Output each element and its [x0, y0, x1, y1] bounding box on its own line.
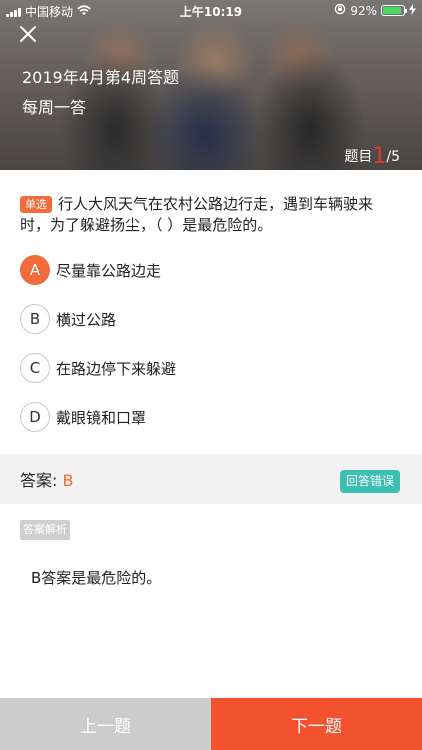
option-a[interactable]: A 尽量靠公路边走 [20, 254, 400, 286]
option-text: 在路边停下来躲避 [56, 359, 177, 378]
quiz-page: 中国移动 上午10:19 92% 2019年4月第4周答题 每周一答 题目1/5… [0, 0, 422, 750]
charging-icon [409, 3, 416, 18]
analysis-text: B答案是最危险的。 [31, 569, 162, 587]
previous-question-button[interactable]: 上一题 [0, 698, 211, 750]
battery-percent: 92% [350, 3, 377, 18]
option-text: 尽量靠公路边走 [56, 261, 162, 280]
orientation-lock-icon [334, 3, 346, 18]
question-counter: 题目1/5 [344, 142, 400, 169]
quiz-title: 2019年4月第4周答题 [22, 68, 180, 87]
option-b[interactable]: B 横过公路 [20, 303, 400, 335]
counter-current: 1 [372, 144, 387, 169]
option-text: 横过公路 [56, 310, 117, 329]
option-d[interactable]: D 戴眼镜和口罩 [20, 401, 400, 433]
answer-bar: 答案: B 回答错误 [0, 454, 422, 504]
counter-total: /5 [386, 149, 400, 165]
option-text: 戴眼镜和口罩 [56, 408, 147, 427]
option-letter: B [20, 304, 50, 334]
question-type-badge: 单选 [20, 196, 52, 213]
option-letter: D [20, 402, 50, 432]
analysis-badge: 答案解析 [20, 520, 70, 540]
answer-label: 答案: [20, 471, 58, 490]
option-letter: C [20, 353, 50, 383]
answer-line: 答案: B [20, 467, 73, 491]
status-bar: 中国移动 上午10:19 92% [0, 0, 422, 22]
correct-answer: B [62, 471, 74, 490]
question-block: 单选 行人大风天气在农村公路边行走，遇到车辆驶来时，为了躲避扬尘，（ ）是最危险的… [20, 194, 400, 236]
result-badge: 回答错误 [339, 470, 400, 493]
status-right: 92% [334, 3, 416, 18]
option-c[interactable]: C 在路边停下来躲避 [20, 352, 400, 384]
question-text: 行人大风天气在农村公路边行走，遇到车辆驶来时，为了躲避扬尘，（ ）是最危险的。 [20, 195, 374, 234]
close-button[interactable] [14, 20, 42, 48]
counter-label: 题目 [344, 149, 373, 165]
battery-icon [381, 5, 407, 16]
option-letter: A [20, 255, 50, 285]
quiz-subtitle: 每周一答 [22, 98, 87, 117]
next-question-button[interactable]: 下一题 [211, 698, 422, 750]
footer-nav: 上一题 下一题 [0, 698, 422, 750]
close-icon [20, 26, 36, 42]
